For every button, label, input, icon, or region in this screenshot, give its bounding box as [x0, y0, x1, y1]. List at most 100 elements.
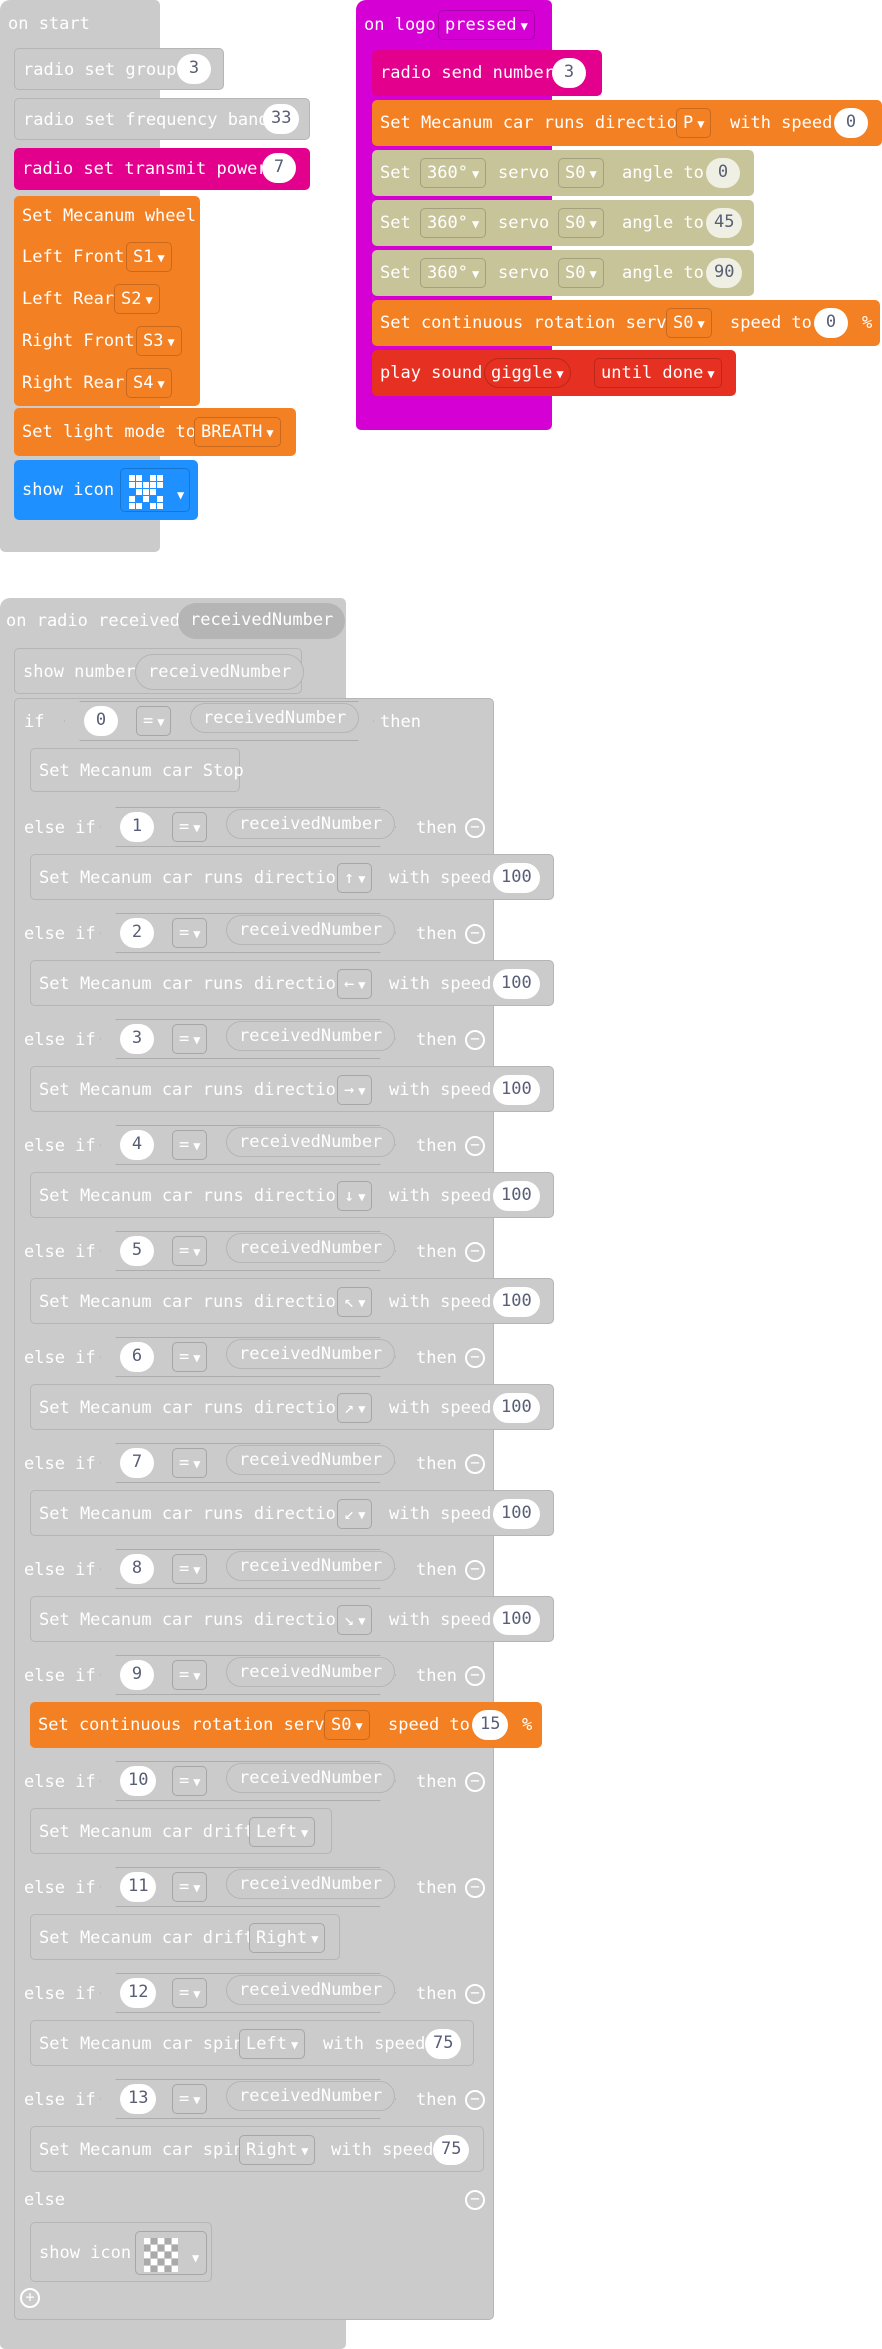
continuous-servo-block[interactable]: Set continuous rotation servo S0 ▼ speed … — [372, 300, 880, 346]
servo-angle-value[interactable]: 0 — [706, 158, 740, 188]
car-runs-direction-block[interactable]: Set Mecanum car runs direction ↙ ▼ with spe… — [30, 1490, 554, 1536]
compare-operator-dropdown[interactable]: = ▼ — [172, 1978, 208, 2008]
compare-number[interactable]: 4 — [120, 1130, 154, 1160]
drift-direction-dropdown[interactable]: Left ▼ — [249, 1817, 316, 1847]
remove-else-if-icon[interactable]: − — [465, 1878, 485, 1898]
compare-operator-dropdown[interactable]: = ▼ — [172, 2084, 208, 2114]
else-show-icon-block[interactable]: show icon ▼ — [30, 2222, 212, 2282]
compare-operator-dropdown[interactable]: = ▼ — [172, 1872, 208, 1902]
compare-number[interactable]: 0 — [84, 706, 118, 736]
received-number-var[interactable]: receivedNumber — [226, 809, 396, 839]
radio-set-power-block[interactable]: radio set transmit power 7 — [14, 148, 310, 190]
heart-small-icon[interactable]: ▼ — [120, 468, 190, 512]
compare-number[interactable]: 7 — [120, 1448, 154, 1478]
direction-arrow-dropdown[interactable]: ↗ ▼ — [337, 1393, 373, 1423]
wheel-left-front-dropdown[interactable]: S1 ▼ — [126, 242, 172, 272]
direction-arrow-dropdown[interactable]: ↓ ▼ — [337, 1181, 373, 1211]
compare-operator-dropdown[interactable]: = ▼ — [172, 1024, 208, 1054]
received-number-param[interactable]: receivedNumber — [178, 603, 346, 639]
car-drift-block[interactable]: Set Mecanum car drift Left ▼ — [30, 1808, 332, 1854]
speed-value[interactable]: 100 — [493, 1393, 540, 1423]
speed-value[interactable]: 100 — [493, 1075, 540, 1105]
received-number-var[interactable]: receivedNumber — [226, 1339, 396, 1369]
servo-type-dropdown[interactable]: 360° ▼ — [420, 158, 487, 188]
car-spin-block[interactable]: Set Mecanum car spin Left ▼ with speed 75 — [30, 2020, 474, 2066]
servo-angle-value[interactable]: 90 — [706, 258, 743, 288]
compare-number[interactable]: 8 — [120, 1554, 154, 1584]
continuous-servo-speed[interactable]: 0 — [814, 308, 848, 338]
remove-else-if-icon[interactable]: − — [465, 1984, 485, 2004]
compare-number[interactable]: 12 — [120, 1978, 157, 2008]
car-drift-block[interactable]: Set Mecanum car drift Right ▼ — [30, 1914, 340, 1960]
remove-else-if-icon[interactable]: − — [465, 1242, 485, 1262]
continuous-servo-port-dropdown[interactable]: S0 ▼ — [666, 308, 712, 338]
servo-port-dropdown[interactable]: S0 ▼ — [324, 1710, 370, 1740]
sound-mode-dropdown[interactable]: until done ▼ — [594, 358, 722, 388]
checkered-icon[interactable]: ▼ — [135, 2231, 207, 2275]
servo-port-dropdown[interactable]: S0 ▼ — [558, 208, 604, 238]
received-number-var[interactable]: receivedNumber — [226, 2081, 396, 2111]
compare-operator-dropdown[interactable]: = ▼ — [172, 1130, 208, 1160]
servo-angle-block-2[interactable]: Set 360° ▼ servo S0 ▼ angle to 45 — [372, 200, 754, 246]
radio-set-group-block[interactable]: radio set group 3 — [14, 48, 224, 90]
compare-number[interactable]: 5 — [120, 1236, 154, 1266]
compare-number[interactable]: 6 — [120, 1342, 154, 1372]
compare-number[interactable]: 3 — [120, 1024, 154, 1054]
radio-group-value[interactable]: 3 — [177, 54, 211, 84]
radio-set-band-block[interactable]: radio set frequency band 33 — [14, 98, 310, 140]
play-sound-block[interactable]: play sound giggle ▼ until done ▼ — [372, 350, 736, 396]
spin-speed-value[interactable]: 75 — [425, 2029, 462, 2059]
received-number-var[interactable]: receivedNumber — [226, 1551, 396, 1581]
servo-type-dropdown[interactable]: 360° ▼ — [420, 208, 487, 238]
compare-operator-dropdown[interactable]: = ▼ — [172, 812, 208, 842]
received-number-var[interactable]: receivedNumber — [226, 915, 396, 945]
speed-value[interactable]: 100 — [493, 1605, 540, 1635]
servo-angle-value[interactable]: 45 — [706, 208, 743, 238]
speed-value[interactable]: 100 — [493, 1287, 540, 1317]
received-number-var[interactable]: receivedNumber — [226, 1657, 396, 1687]
compare-operator-dropdown[interactable]: = ▼ — [172, 918, 208, 948]
remove-else-icon[interactable]: − — [465, 2190, 485, 2210]
car-spin-block[interactable]: Set Mecanum car spin Right ▼ with speed 75 — [30, 2126, 484, 2172]
received-number-var[interactable]: receivedNumber — [226, 1445, 396, 1475]
radio-band-value[interactable]: 33 — [263, 104, 300, 134]
direction-arrow-dropdown[interactable]: ↑ ▼ — [337, 863, 373, 893]
compare-number[interactable]: 10 — [120, 1766, 157, 1796]
servo-port-dropdown[interactable]: S0 ▼ — [558, 258, 604, 288]
car-runs-direction-block[interactable]: Set Mecanum car runs direction ← ▼ with spe… — [30, 960, 554, 1006]
wheel-right-front-dropdown[interactable]: S3 ▼ — [136, 326, 182, 356]
drift-direction-dropdown[interactable]: Right ▼ — [249, 1923, 326, 1953]
logo-event-dropdown[interactable]: pressed ▼ — [438, 10, 535, 40]
compare-number[interactable]: 1 — [120, 812, 154, 842]
received-number-var[interactable]: receivedNumber — [226, 1869, 396, 1899]
remove-else-if-icon[interactable]: − — [465, 1136, 485, 1156]
car-runs-direction-block[interactable]: Set Mecanum car runs direction ↓ ▼ with spe… — [30, 1172, 554, 1218]
remove-else-if-icon[interactable]: − — [465, 1454, 485, 1474]
show-number-block[interactable]: show number receivedNumber — [14, 648, 305, 694]
add-else-if-icon[interactable]: + — [20, 2288, 40, 2308]
remove-else-if-icon[interactable]: − — [465, 1772, 485, 1792]
remove-else-if-icon[interactable]: − — [465, 1030, 485, 1050]
speed-value[interactable]: 100 — [493, 969, 540, 999]
direction-arrow-dropdown[interactable]: ↖ ▼ — [337, 1287, 373, 1317]
radio-send-number-block[interactable]: radio send number 3 — [372, 50, 602, 96]
car-runs-direction-block[interactable]: Set Mecanum car runs direction → ▼ with spe… — [30, 1066, 554, 1112]
show-icon-block[interactable]: show icon ▼ — [14, 460, 198, 520]
received-number-var[interactable]: receivedNumber — [226, 1763, 396, 1793]
direction-arrow-dropdown[interactable]: ↘ ▼ — [337, 1605, 373, 1635]
sound-dropdown[interactable]: giggle ▼ — [484, 358, 571, 388]
spin-direction-dropdown[interactable]: Left ▼ — [239, 2029, 306, 2059]
car-speed-value[interactable]: 0 — [834, 108, 868, 138]
servo-port-dropdown[interactable]: S0 ▼ — [558, 158, 604, 188]
servo-angle-block-1[interactable]: Set 360° ▼ servo S0 ▼ angle to 0 — [372, 150, 754, 196]
compare-operator-dropdown[interactable]: = ▼ — [172, 1342, 208, 1372]
speed-value[interactable]: 100 — [493, 863, 540, 893]
compare-operator-dropdown[interactable]: = ▼ — [172, 1660, 208, 1690]
compare-operator-dropdown[interactable]: = ▼ — [172, 1236, 208, 1266]
speed-value[interactable]: 100 — [493, 1499, 540, 1529]
car-stop-block[interactable]: Set Mecanum car Stop — [30, 748, 244, 792]
set-mecanum-wheel-block[interactable]: Set Mecanum wheel Left Front S1 ▼ Left Re… — [14, 196, 200, 406]
continuous-servo-block[interactable]: Set continuous rotation servo S0 ▼ speed to… — [30, 1702, 542, 1748]
set-light-mode-block[interactable]: Set light mode to BREATH ▼ — [14, 408, 296, 456]
car-runs-direction-block[interactable]: Set Mecanum car runs direction ↗ ▼ with spe… — [30, 1384, 554, 1430]
